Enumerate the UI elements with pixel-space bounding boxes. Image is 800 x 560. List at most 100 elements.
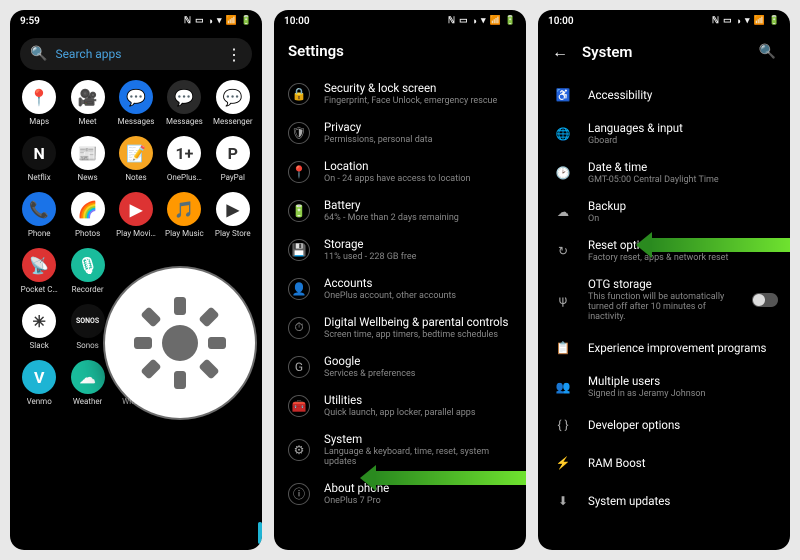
settings-row-system[interactable]: ⚙SystemLanguage & keyboard, time, reset,… (274, 425, 526, 474)
row-icon: 🌐 (552, 123, 574, 145)
app-recorder[interactable]: 🎙Recorder (65, 248, 111, 294)
row-text: Experience improvement programs (588, 341, 778, 355)
app-label: Play Music (165, 229, 204, 238)
row-title: Google (324, 354, 514, 368)
settings-row-languages-input[interactable]: 🌐Languages & inputGboard (538, 114, 790, 153)
gear-icon (130, 293, 230, 393)
settings-row-google[interactable]: GGoogleServices & preferences (274, 347, 526, 386)
row-title: Utilities (324, 393, 514, 407)
app-icon: 🎥 (71, 80, 105, 114)
more-icon[interactable]: ⋮ (226, 45, 242, 64)
row-icon: ↻ (552, 240, 574, 262)
row-icon: 👥 (552, 376, 574, 398)
settings-row-multiple-users[interactable]: 👥Multiple usersSigned in as Jeramy Johns… (538, 367, 790, 406)
settings-row-accounts[interactable]: 👤 AccountsOnePlus account, other accounts (274, 269, 526, 308)
search-icon: 🔍 (30, 46, 47, 62)
app-venmo[interactable]: VVenmo (16, 360, 62, 406)
app-pocket-c-[interactable]: 📡Pocket C… (16, 248, 62, 294)
app-maps[interactable]: 📍Maps (16, 80, 62, 126)
back-icon[interactable]: ← (552, 42, 568, 62)
settings-row-accessibility[interactable]: ♿Accessibility (538, 76, 790, 114)
search-apps-bar[interactable]: 🔍 Search apps ⋮ (20, 38, 252, 70)
app-news[interactable]: 📰News (65, 136, 111, 182)
app-messages[interactable]: 💬Messages (113, 80, 159, 126)
settings-row-utilities[interactable]: 🧰UtilitiesQuick launch, app locker, para… (274, 386, 526, 425)
settings-row-developer-options[interactable]: { }Developer options (538, 406, 790, 444)
row-subtitle: Gboard (588, 136, 778, 146)
search-placeholder: Search apps (55, 47, 218, 61)
settings-row-experience-improvement-programs[interactable]: 📋Experience improvement programs (538, 329, 790, 367)
row-icon: 👤 (288, 278, 310, 300)
app-photos[interactable]: 🌈Photos (65, 192, 111, 238)
settings-row-otg-storage[interactable]: ψOTG storageThis function will be automa… (538, 270, 790, 329)
app-phone[interactable]: 📞Phone (16, 192, 62, 238)
row-icon: 💾 (288, 239, 310, 261)
row-subtitle: Screen time, app timers, bedtime schedul… (324, 330, 514, 340)
settings-row-date-time[interactable]: 🕑Date & timeGMT-05:00 Central Daylight T… (538, 153, 790, 192)
settings-row-battery[interactable]: 🔋Battery64% - More than 2 days remaining (274, 191, 526, 230)
app-label: Play Movi… (116, 229, 156, 238)
app-sonos[interactable]: SONOSSonos (65, 304, 111, 350)
row-subtitle: 11% used - 228 GB free (324, 252, 514, 262)
search-icon[interactable]: 🔍 (759, 44, 776, 60)
row-icon: 🔒 (288, 83, 310, 105)
settings-header: Settings (274, 32, 526, 74)
settings-row-system-updates[interactable]: ⬇System updates (538, 482, 790, 520)
settings-row-security-lock-screen[interactable]: 🔒Security & lock screenFingerprint, Face… (274, 74, 526, 113)
row-subtitle: On (588, 214, 778, 224)
settings-row-backup[interactable]: ☁BackupOn (538, 192, 790, 231)
app-messages[interactable]: 💬Messages (161, 80, 207, 126)
app-play-movi-[interactable]: ▶Play Movi… (113, 192, 159, 238)
app-label: Maps (29, 117, 49, 126)
row-text: OTG storageThis function will be automat… (588, 277, 738, 322)
row-subtitle: Factory reset, apps & network reset (588, 253, 778, 263)
row-text: System updates (588, 494, 778, 508)
system-header: ← System 🔍 (538, 32, 790, 76)
app-weather[interactable]: ☁Weather (65, 360, 111, 406)
app-icon: 🎙 (71, 248, 105, 282)
app-icon: 📰 (71, 136, 105, 170)
status-time: 9:59 (20, 16, 40, 27)
row-icon: 🧰 (288, 395, 310, 417)
row-title: System updates (588, 494, 778, 508)
app-messenger[interactable]: 💬Messenger (210, 80, 256, 126)
settings-row-digital-wellbeing-parental-controls[interactable]: ⏱Digital Wellbeing & parental controlsSc… (274, 308, 526, 347)
app-icon: 💬 (119, 80, 153, 114)
settings-row-ram-boost[interactable]: ⚡RAM Boost (538, 444, 790, 482)
app-notes[interactable]: 📝Notes (113, 136, 159, 182)
row-text: SystemLanguage & keyboard, time, reset, … (324, 432, 514, 467)
toggle[interactable] (752, 293, 778, 307)
row-text: Accessibility (588, 88, 778, 102)
row-subtitle: GMT-05:00 Central Daylight Time (588, 175, 778, 185)
app-icon: N (22, 136, 56, 170)
app-icon: 📝 (119, 136, 153, 170)
row-subtitle: Signed in as Jeramy Johnson (588, 389, 778, 399)
settings-row-storage[interactable]: 💾Storage11% used - 228 GB free (274, 230, 526, 269)
app-label: Photos (75, 229, 100, 238)
status-icons: ℕ▭◑▾📶🔋 (184, 16, 252, 27)
row-text: Developer options (588, 418, 778, 432)
status-bar: 9:59 ℕ▭◑▾📶🔋 (10, 10, 262, 32)
phone-system: 10:00 ℕ▭◑▾📶🔋 ← System 🔍 ♿Accessibility🌐L… (538, 10, 790, 550)
app-paypal[interactable]: PPayPal (210, 136, 256, 182)
row-title: Date & time (588, 160, 778, 174)
row-subtitle: Permissions, personal data (324, 135, 514, 145)
row-text: LocationOn - 24 apps have access to loca… (324, 159, 514, 184)
app-label: Netflix (28, 173, 51, 182)
app-netflix[interactable]: N Netflix (16, 136, 62, 182)
app-label: OnePlus… (167, 173, 202, 182)
row-text: AccountsOnePlus account, other accounts (324, 276, 514, 301)
row-text: Digital Wellbeing & parental controlsScr… (324, 315, 514, 340)
annotation-arrow (650, 238, 790, 252)
scroll-indicator (258, 522, 262, 544)
settings-row-privacy[interactable]: 🛡PrivacyPermissions, personal data (274, 113, 526, 152)
settings-row-location[interactable]: 📍LocationOn - 24 apps have access to loc… (274, 152, 526, 191)
app-oneplus-[interactable]: 1+OnePlus… (161, 136, 207, 182)
app-meet[interactable]: 🎥Meet (65, 80, 111, 126)
settings-app-highlight[interactable] (105, 268, 255, 418)
app-icon: ☁ (71, 360, 105, 394)
row-subtitle: This function will be automatically turn… (588, 292, 738, 322)
app-play-store[interactable]: ▶Play Store (210, 192, 256, 238)
app-play-music[interactable]: 🎵Play Music (161, 192, 207, 238)
app-slack[interactable]: ✳Slack (16, 304, 62, 350)
